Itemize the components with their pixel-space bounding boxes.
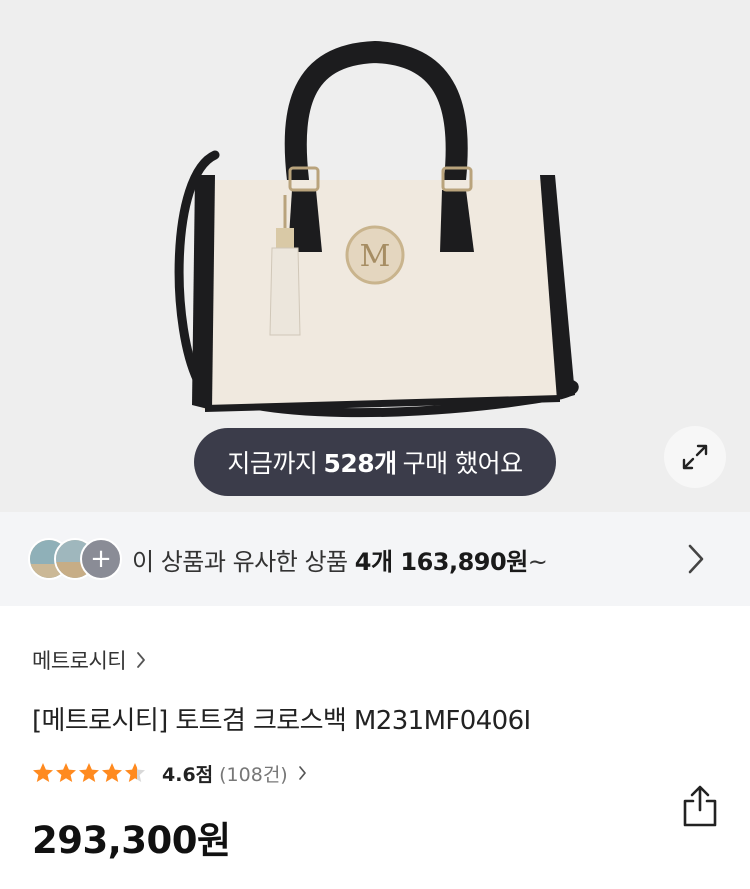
chevron-right-icon (137, 652, 146, 668)
share-icon[interactable] (680, 784, 720, 828)
purchase-suffix: 구매 했어요 (402, 449, 523, 478)
rating-score: 4.6점 (162, 763, 214, 786)
purchase-prefix: 지금까지 (227, 449, 318, 478)
product-image-area[interactable]: M 지금까지 528개 구매 했어요 (0, 0, 750, 512)
similar-thumbnails: + (28, 536, 124, 582)
purchase-count-banner: 지금까지 528개 구매 했어요 (194, 428, 556, 496)
svg-text:M: M (360, 239, 391, 274)
similar-prefix: 이 상품과 유사한 상품 (132, 547, 348, 576)
similar-suffix: ~ (527, 547, 548, 576)
chevron-right-icon (298, 766, 306, 780)
stars-icon (33, 763, 145, 782)
similar-products-bar[interactable]: + 이 상품과 유사한 상품 4개 163,890원~ (0, 512, 750, 606)
expand-icon (682, 444, 708, 470)
purchase-count: 528개 (323, 449, 397, 478)
expand-image-button[interactable] (664, 426, 726, 488)
rating-row[interactable]: 4.6점 (108건) (32, 759, 307, 787)
plus-icon: + (80, 538, 122, 580)
chevron-right-icon[interactable] (686, 543, 706, 575)
similar-count-price: 4개 163,890원 (354, 547, 529, 576)
product-page: M 지금까지 528개 구매 했어요 + 이 상품과 유사한 상품 4개 163… (0, 0, 750, 889)
product-price: 293,300원 (32, 819, 231, 862)
similar-products-text: 이 상품과 유사한 상품 4개 163,890원~ (132, 542, 548, 577)
brand-link[interactable]: 메트로시티 (32, 645, 146, 675)
brand-name: 메트로시티 (32, 649, 127, 673)
product-title: [메트로시티] 토트겸 크로스백 M231MF0406I (32, 706, 531, 736)
star-rating (32, 762, 148, 784)
review-count: (108건) (219, 763, 288, 786)
